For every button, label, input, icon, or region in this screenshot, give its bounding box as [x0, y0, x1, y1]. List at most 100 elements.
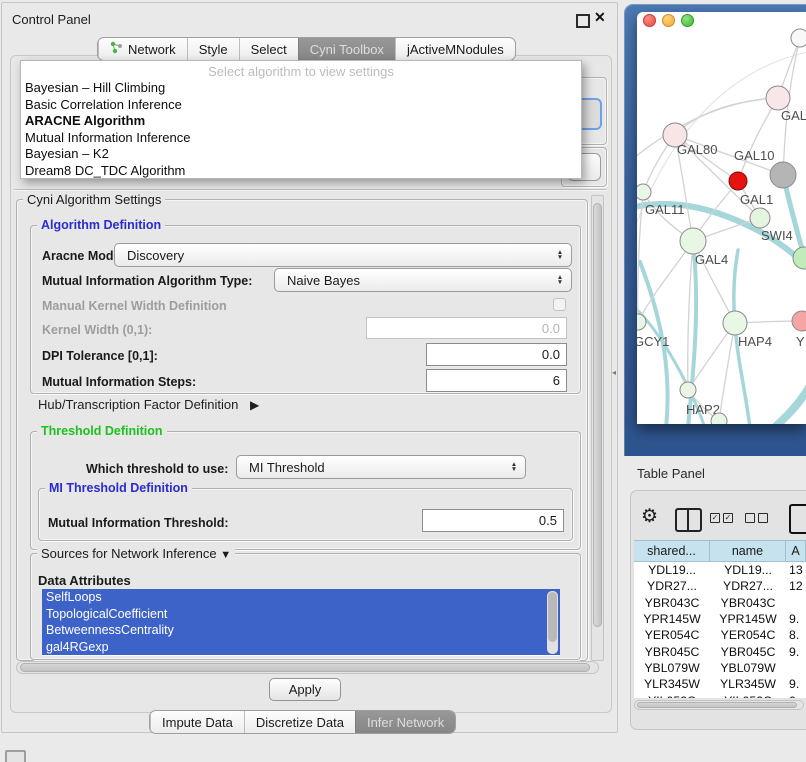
list-item[interactable]: SelfLoops [42, 589, 560, 606]
apply-button[interactable]: Apply [269, 678, 341, 701]
algorithm-option-label: Basic Correlation Inference [25, 97, 182, 112]
list-scrollbar-thumb[interactable] [548, 592, 557, 642]
algorithm-option[interactable]: Mutual Information Inference [21, 130, 581, 147]
settings-horizontal-scrollbar[interactable] [16, 661, 599, 674]
group-title: MI Threshold Definition [45, 481, 192, 495]
tab[interactable]: Infer Network [355, 711, 455, 733]
network-node[interactable] [637, 184, 651, 200]
hub-definition-expander[interactable]: Hub/Transcription Factor Definition ▶ [38, 397, 259, 412]
manual-kernel-checkbox[interactable] [553, 298, 566, 311]
tab[interactable]: Cyni Toolbox [298, 38, 395, 60]
collapsed-panel-icon[interactable] [5, 750, 26, 762]
network-node[interactable] [766, 86, 790, 110]
table-row[interactable]: YDL19... YDL19... 13 [634, 562, 806, 578]
algorithm-option[interactable]: Basic Correlation Inference [21, 97, 581, 114]
which-threshold-select[interactable]: MI Threshold ▲▼ [236, 455, 526, 479]
table-row[interactable]: YLR345W YLR345W 9. [634, 676, 806, 692]
list-scrollbar[interactable] [547, 591, 558, 654]
cell-name: YBR043C [710, 595, 786, 611]
tab[interactable]: Impute Data [150, 711, 244, 733]
settings-horizontal-scrollbar-thumb[interactable] [20, 663, 590, 672]
table-row[interactable]: YBR043C YBR043C [634, 595, 806, 611]
tab[interactable]: Style [187, 38, 239, 60]
column-header[interactable]: A [786, 540, 806, 562]
close-icon[interactable]: ✕ [594, 9, 606, 26]
table-row[interactable]: YBR045C YBR045C 9. [634, 643, 806, 659]
algorithm-option-label: Dream8 DC_TDC Algorithm [25, 163, 185, 178]
network-node[interactable] [680, 228, 706, 254]
list-item[interactable]: gal4RGexp [42, 639, 560, 656]
mi-algorithm-type-label: Mutual Information Algorithm Type: [42, 274, 252, 288]
algorithm-option[interactable]: Bayesian – K2 [21, 146, 581, 163]
hub-definition-label: Hub/Transcription Factor Definition [38, 397, 238, 412]
list-item[interactable]: TopologicalCoefficient [42, 606, 560, 623]
algorithm-select-popup: Select algorithm to view settings Bayesi… [20, 60, 582, 179]
table-horizontal-scrollbar-thumb[interactable] [637, 702, 797, 708]
table-row[interactable]: YDR27... YDR27... 12 [634, 578, 806, 594]
table-row[interactable]: YER054C YER054C 8. [634, 627, 806, 643]
sources-title-text: Sources for Network Inference [41, 546, 217, 561]
control-panel-window: Control Panel ✕ [1, 2, 618, 733]
tab[interactable]: Select [239, 38, 298, 60]
table-horizontal-scrollbar[interactable] [634, 700, 804, 710]
split-divider [687, 510, 689, 530]
table-row[interactable]: YIL052C YIL052C 0. [634, 692, 806, 698]
sources-group-title[interactable]: Sources for Network Inference ▼ [37, 546, 235, 561]
mi-threshold-field[interactable]: 0.5 [422, 509, 564, 532]
table-row[interactable]: YPR145W YPR145W 9. [634, 611, 806, 627]
cell-shared-name: YDR27... [634, 578, 710, 594]
network-node[interactable] [729, 172, 747, 190]
mi-steps-label: Mutual Information Steps: [42, 375, 196, 389]
window-minimize-icon[interactable] [662, 14, 675, 27]
network-node[interactable] [793, 247, 806, 269]
function-builder-icon[interactable] [789, 504, 806, 534]
mi-steps-field[interactable]: 6 [426, 369, 567, 392]
network-canvas[interactable]: GALGAL80GAL10GAL11GAL1SWI4GAL4GCY1HAP4YH… [637, 12, 806, 424]
table-row[interactable]: YBL079W YBL079W [634, 660, 806, 676]
list-item[interactable]: BetweennessCentrality [42, 622, 560, 639]
column-header[interactable]: name [710, 540, 786, 562]
split-columns-icon[interactable] [675, 508, 702, 532]
apply-button-label: Apply [289, 682, 322, 697]
cell-name: YBR045C [710, 643, 786, 659]
tab[interactable]: jActiveMNodules [395, 38, 515, 60]
cell-name: YER054C [710, 627, 786, 643]
network-node[interactable] [711, 413, 727, 424]
network-node-label: GAL10 [734, 148, 774, 163]
mi-algorithm-type-select[interactable]: Naive Bayes ▲▼ [274, 268, 572, 292]
select-all-columns-icon[interactable]: ✓✓ [710, 513, 733, 523]
list-item-label: SelfLoops [46, 590, 102, 604]
window-zoom-icon[interactable] [681, 14, 694, 27]
settings-vertical-scrollbar-thumb[interactable] [593, 203, 602, 627]
network-node[interactable] [792, 311, 806, 331]
dpi-tolerance-field[interactable]: 0.0 [426, 343, 567, 366]
network-node[interactable] [791, 29, 806, 47]
tab[interactable]: Discretize Data [244, 711, 355, 733]
algorithm-option[interactable]: Bayesian – Hill Climbing [21, 80, 581, 97]
cell-shared-name: YBR045C [634, 643, 710, 659]
cell-name: YLR345W [710, 676, 786, 692]
algorithm-option[interactable]: ARACNE Algorithm [21, 113, 581, 130]
window-close-icon[interactable] [643, 14, 656, 27]
popup-item-list: Bayesian – Hill Climbing Basic Correlati… [21, 80, 581, 179]
group-title: Algorithm Definition [37, 218, 165, 232]
cell-name: YDL19... [710, 562, 786, 578]
network-node[interactable] [723, 311, 747, 335]
table-panel-title: Table Panel [637, 466, 705, 481]
network-node[interactable] [750, 208, 770, 228]
tab[interactable]: Network [98, 38, 187, 60]
deselect-all-columns-icon[interactable] [745, 513, 768, 523]
gear-icon[interactable]: ⚙ [641, 505, 658, 528]
algorithm-option[interactable]: Dream8 DC_TDC Algorithm [21, 163, 581, 180]
data-attributes-list[interactable]: SelfLoops TopologicalCoefficient Between… [42, 589, 560, 656]
splitter-collapse-arrow[interactable]: ◂ [612, 368, 616, 377]
column-header[interactable]: shared... [634, 540, 710, 562]
column-header-label: A [791, 544, 799, 558]
kernel-width-field[interactable]: 0.0 [366, 317, 567, 339]
aracne-mode-label: Aracne Mode: [42, 249, 125, 263]
aracne-mode-select[interactable]: Discovery ▲▼ [114, 243, 572, 267]
float-panel-icon[interactable] [576, 14, 590, 28]
network-node[interactable] [770, 162, 796, 188]
network-node[interactable] [680, 382, 696, 398]
settings-vertical-scrollbar[interactable] [591, 195, 604, 661]
